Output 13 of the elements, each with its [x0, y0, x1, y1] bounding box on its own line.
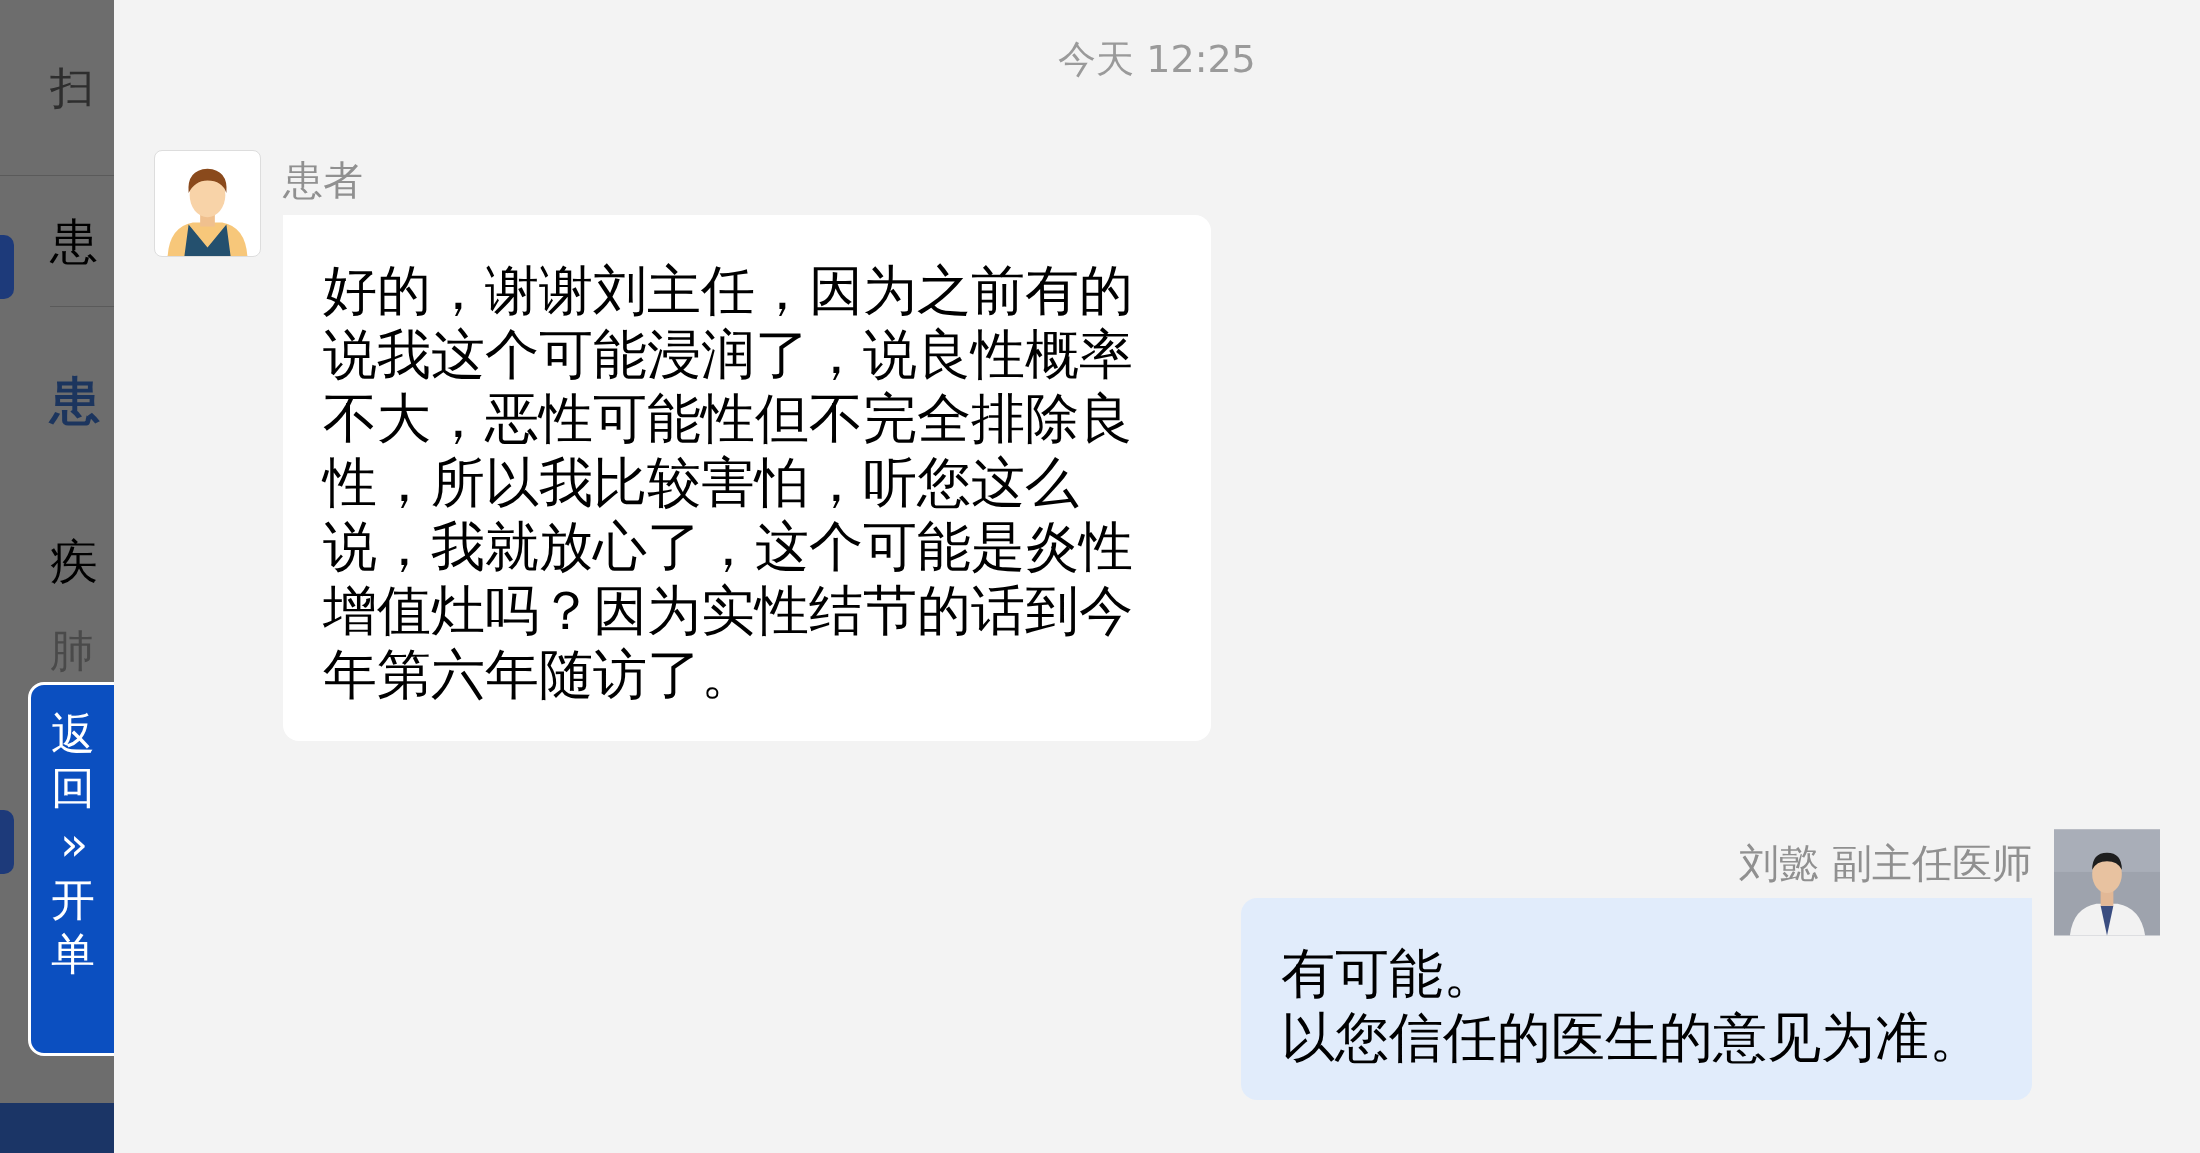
- tab-marker: [0, 810, 14, 874]
- row-label: 疾: [50, 532, 98, 591]
- timestamp: 今天 12:25: [1058, 35, 1256, 83]
- return-button[interactable]: 返回 » 开单: [28, 682, 114, 1056]
- menu-label: 扫: [50, 60, 94, 115]
- sender-name: 刘懿 副主任医师: [1739, 839, 2032, 888]
- avatar-icon: [154, 150, 261, 257]
- message-bubble: 有可能。 以您信任的医生的意见为准。: [1241, 898, 2032, 1100]
- sender-name: 患者: [283, 156, 364, 205]
- tab-marker: [0, 235, 14, 299]
- message-bubble: 好的，谢谢刘主任，因为之前有的说我这个可能浸润了，说良性概率不大，恶性可能性但不完全排除良性，所以我比较害怕，听您这么说，我就放心了，这个可能是炎性增值灶吗？因为实性结节的话到今年第六年随访了。: [283, 215, 1211, 741]
- row-label: 患: [50, 212, 98, 271]
- section-heading: 患: [50, 371, 100, 432]
